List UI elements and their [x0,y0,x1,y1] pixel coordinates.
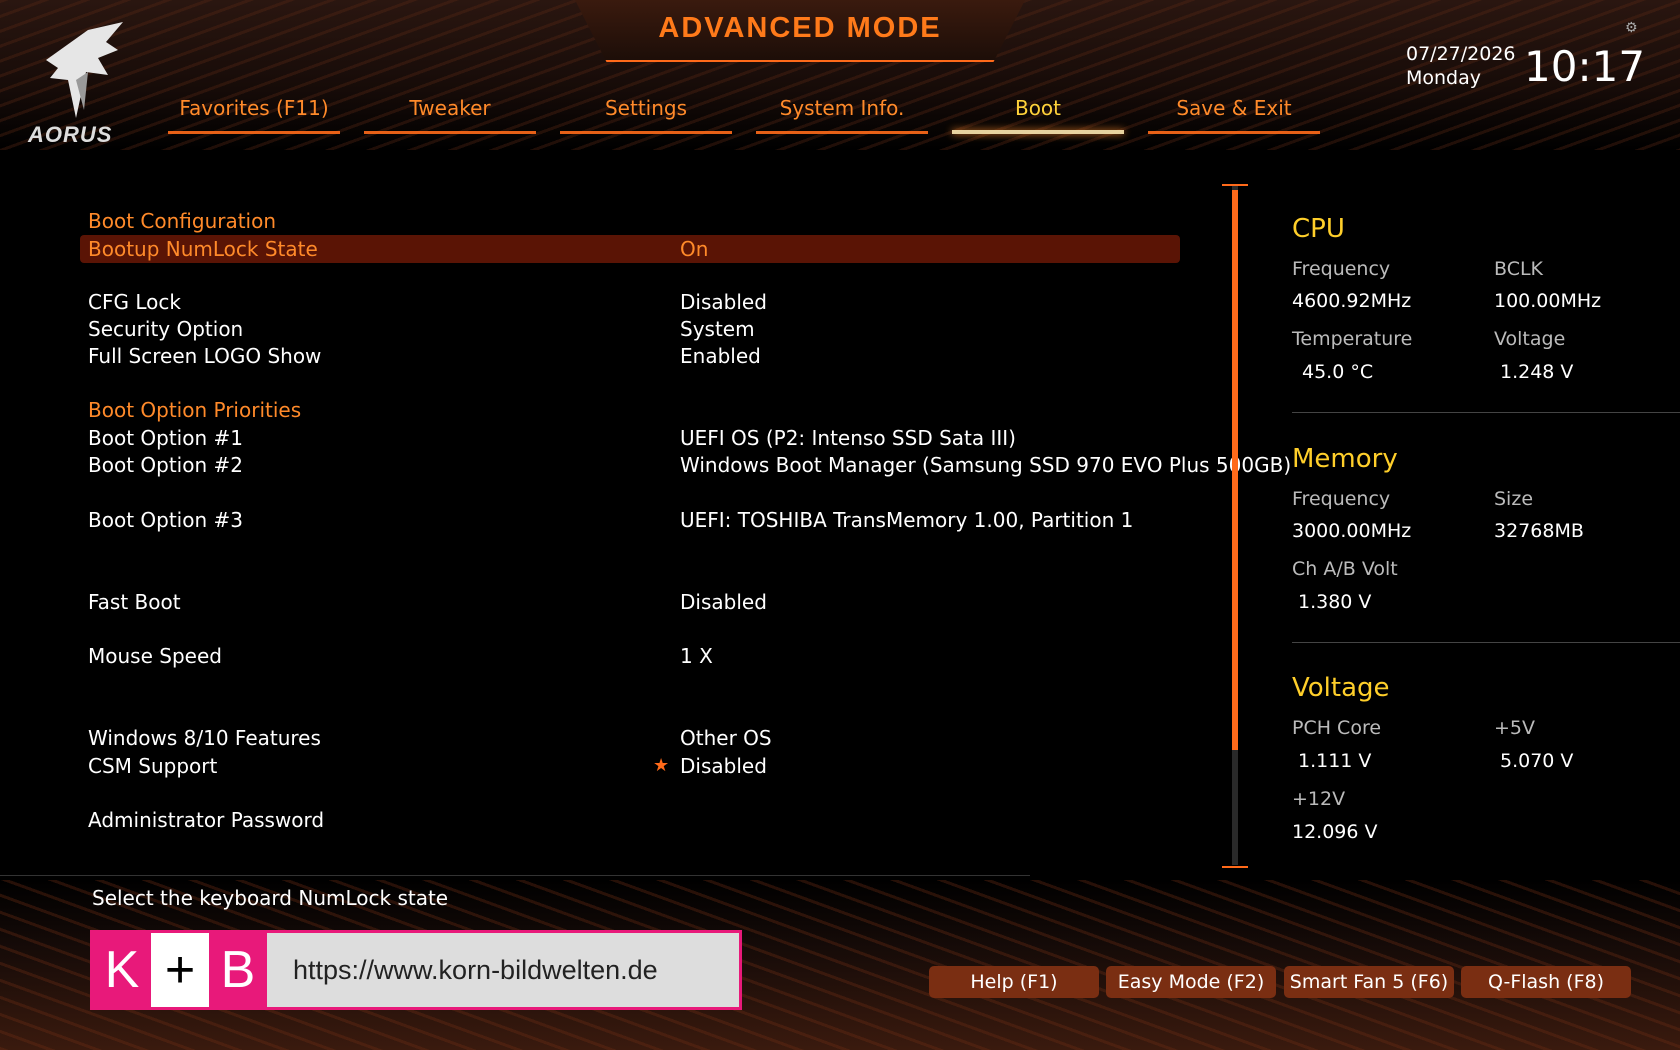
setting-value: UEFI: TOSHIBA TransMemory 1.00, Partitio… [680,508,1134,532]
cpu-frequency-label: Frequency [1292,258,1391,280]
tab-save-exit[interactable]: Save & Exit [1146,96,1322,134]
setting-label: Windows 8/10 Features [88,726,321,750]
date-display: 07/27/2026 Monday [1406,42,1516,90]
boot-settings-list: Boot Configuration Bootup NumLock State … [80,205,1291,855]
scrollbar-bottom-cap [1222,866,1248,868]
temperature-value: 45.0 °C [1302,361,1374,383]
tab-boot[interactable]: Boot [950,96,1126,134]
date-text: 07/27/2026 [1406,43,1516,65]
cpu-voltage-label: Voltage [1494,328,1566,350]
easy-mode-button[interactable]: Easy Mode (F2) [1106,966,1276,998]
memory-voltage-value: 1.380 V [1298,591,1372,613]
memory-size-label: Size [1494,488,1534,510]
setting-fast-boot[interactable]: Fast Boot Disabled [80,588,1180,616]
setting-label: CSM Support [88,754,218,778]
tab-tweaker[interactable]: Tweaker [362,96,538,134]
divider [1292,642,1680,643]
tab-favorites[interactable]: Favorites (F11) [166,96,342,134]
section-boot-configuration: Boot Configuration [80,207,1180,235]
setting-boot-option-2[interactable]: Boot Option #2 Windows Boot Manager (Sam… [80,451,1291,479]
setting-value: Disabled [680,290,767,314]
v5-value: 5.070 V [1500,750,1574,772]
tab-settings[interactable]: Settings [558,96,734,134]
setting-label: Boot Option #2 [88,453,243,477]
gear-icon[interactable]: ⚙ [1625,20,1638,36]
memory-voltage-label: Ch A/B Volt [1292,558,1398,580]
setting-label: Full Screen LOGO Show [88,344,322,368]
section-boot-option-priorities: Boot Option Priorities [80,396,1180,424]
bclk-value: 100.00MHz [1494,290,1602,312]
watermark-k: K [93,933,151,1007]
setting-value: Other OS [680,726,772,750]
watermark-url: https://www.korn-bildwelten.de [293,955,658,985]
setting-windows-features[interactable]: Windows 8/10 Features Other OS [80,724,1180,752]
clock-display: 10:17 [1524,42,1646,91]
main-tabs: Favorites (F11) Tweaker Settings System … [166,96,1326,136]
setting-value: 1 X [680,644,713,668]
v12-label: +12V [1292,788,1346,810]
divider [1292,412,1680,413]
v12-value: 12.096 V [1292,821,1378,843]
setting-label: Fast Boot [88,590,181,614]
temperature-label: Temperature [1292,328,1413,350]
watermark-plus: + [151,933,209,1007]
cpu-voltage-value: 1.248 V [1500,361,1574,383]
setting-value: Enabled [680,344,761,368]
memory-section-title: Memory [1292,444,1398,474]
setting-numlock-state[interactable]: Bootup NumLock State On [80,235,1180,263]
section-title: Boot Option Priorities [88,398,302,422]
setting-boot-option-1[interactable]: Boot Option #1 UEFI OS (P2: Intenso SSD … [80,424,1180,452]
setting-value: Disabled [680,590,767,614]
scrollbar-thumb[interactable] [1232,190,1238,750]
setting-boot-option-3[interactable]: Boot Option #3 UEFI: TOSHIBA TransMemory… [80,506,1180,534]
tab-system-info[interactable]: System Info. [754,96,930,134]
watermark-b: B [209,933,267,1007]
setting-value: Disabled [680,754,767,778]
memory-frequency-value: 3000.00MHz [1292,520,1412,542]
v5-label: +5V [1494,717,1536,739]
bclk-label: BCLK [1494,258,1544,280]
pch-core-value: 1.111 V [1298,750,1372,772]
help-button[interactable]: Help (F1) [929,966,1099,998]
memory-size-value: 32768MB [1494,520,1584,542]
setting-label: Boot Option #1 [88,426,243,450]
weekday-text: Monday [1406,67,1482,89]
setting-admin-password[interactable]: Administrator Password [80,806,1180,834]
brand-logo-text: AORUS [28,122,113,147]
setting-mouse-speed[interactable]: Mouse Speed 1 X [80,642,1180,670]
setting-logo-show[interactable]: Full Screen LOGO Show Enabled [80,342,1180,370]
pch-core-label: PCH Core [1292,717,1382,739]
watermark-banner: K + B https://www.korn-bildwelten.de [90,930,742,1010]
section-title: Boot Configuration [88,209,277,233]
setting-cfg-lock[interactable]: CFG Lock Disabled [80,288,1180,316]
setting-label: Security Option [88,317,244,341]
setting-label: Mouse Speed [88,644,222,668]
setting-label: Boot Option #3 [88,508,243,532]
scrollbar-top-cap [1222,184,1248,186]
setting-label: CFG Lock [88,290,181,314]
setting-value: System [680,317,755,341]
help-text: Select the keyboard NumLock state [92,886,449,910]
memory-frequency-label: Frequency [1292,488,1391,510]
cpu-frequency-value: 4600.92MHz [1292,290,1412,312]
star-icon: ★ [653,755,670,776]
setting-security-option[interactable]: Security Option System [80,315,1180,343]
setting-value: UEFI OS (P2: Intenso SSD Sata III) [680,426,1016,450]
page-title: ADVANCED MODE [658,12,942,44]
smart-fan-button[interactable]: Smart Fan 5 (F6) [1284,966,1454,998]
hardware-monitor-panel: CPU Frequency BCLK 4600.92MHz 100.00MHz … [1292,210,1680,850]
cpu-section-title: CPU [1292,214,1345,244]
help-divider [0,875,1030,876]
setting-csm-support[interactable]: CSM Support ★ Disabled [80,752,1180,780]
q-flash-button[interactable]: Q-Flash (F8) [1461,966,1631,998]
setting-label: Administrator Password [88,808,325,832]
setting-label: Bootup NumLock State [88,237,318,261]
voltage-section-title: Voltage [1292,673,1390,703]
setting-value: On [680,237,709,261]
setting-value: Windows Boot Manager (Samsung SSD 970 EV… [680,453,1292,477]
